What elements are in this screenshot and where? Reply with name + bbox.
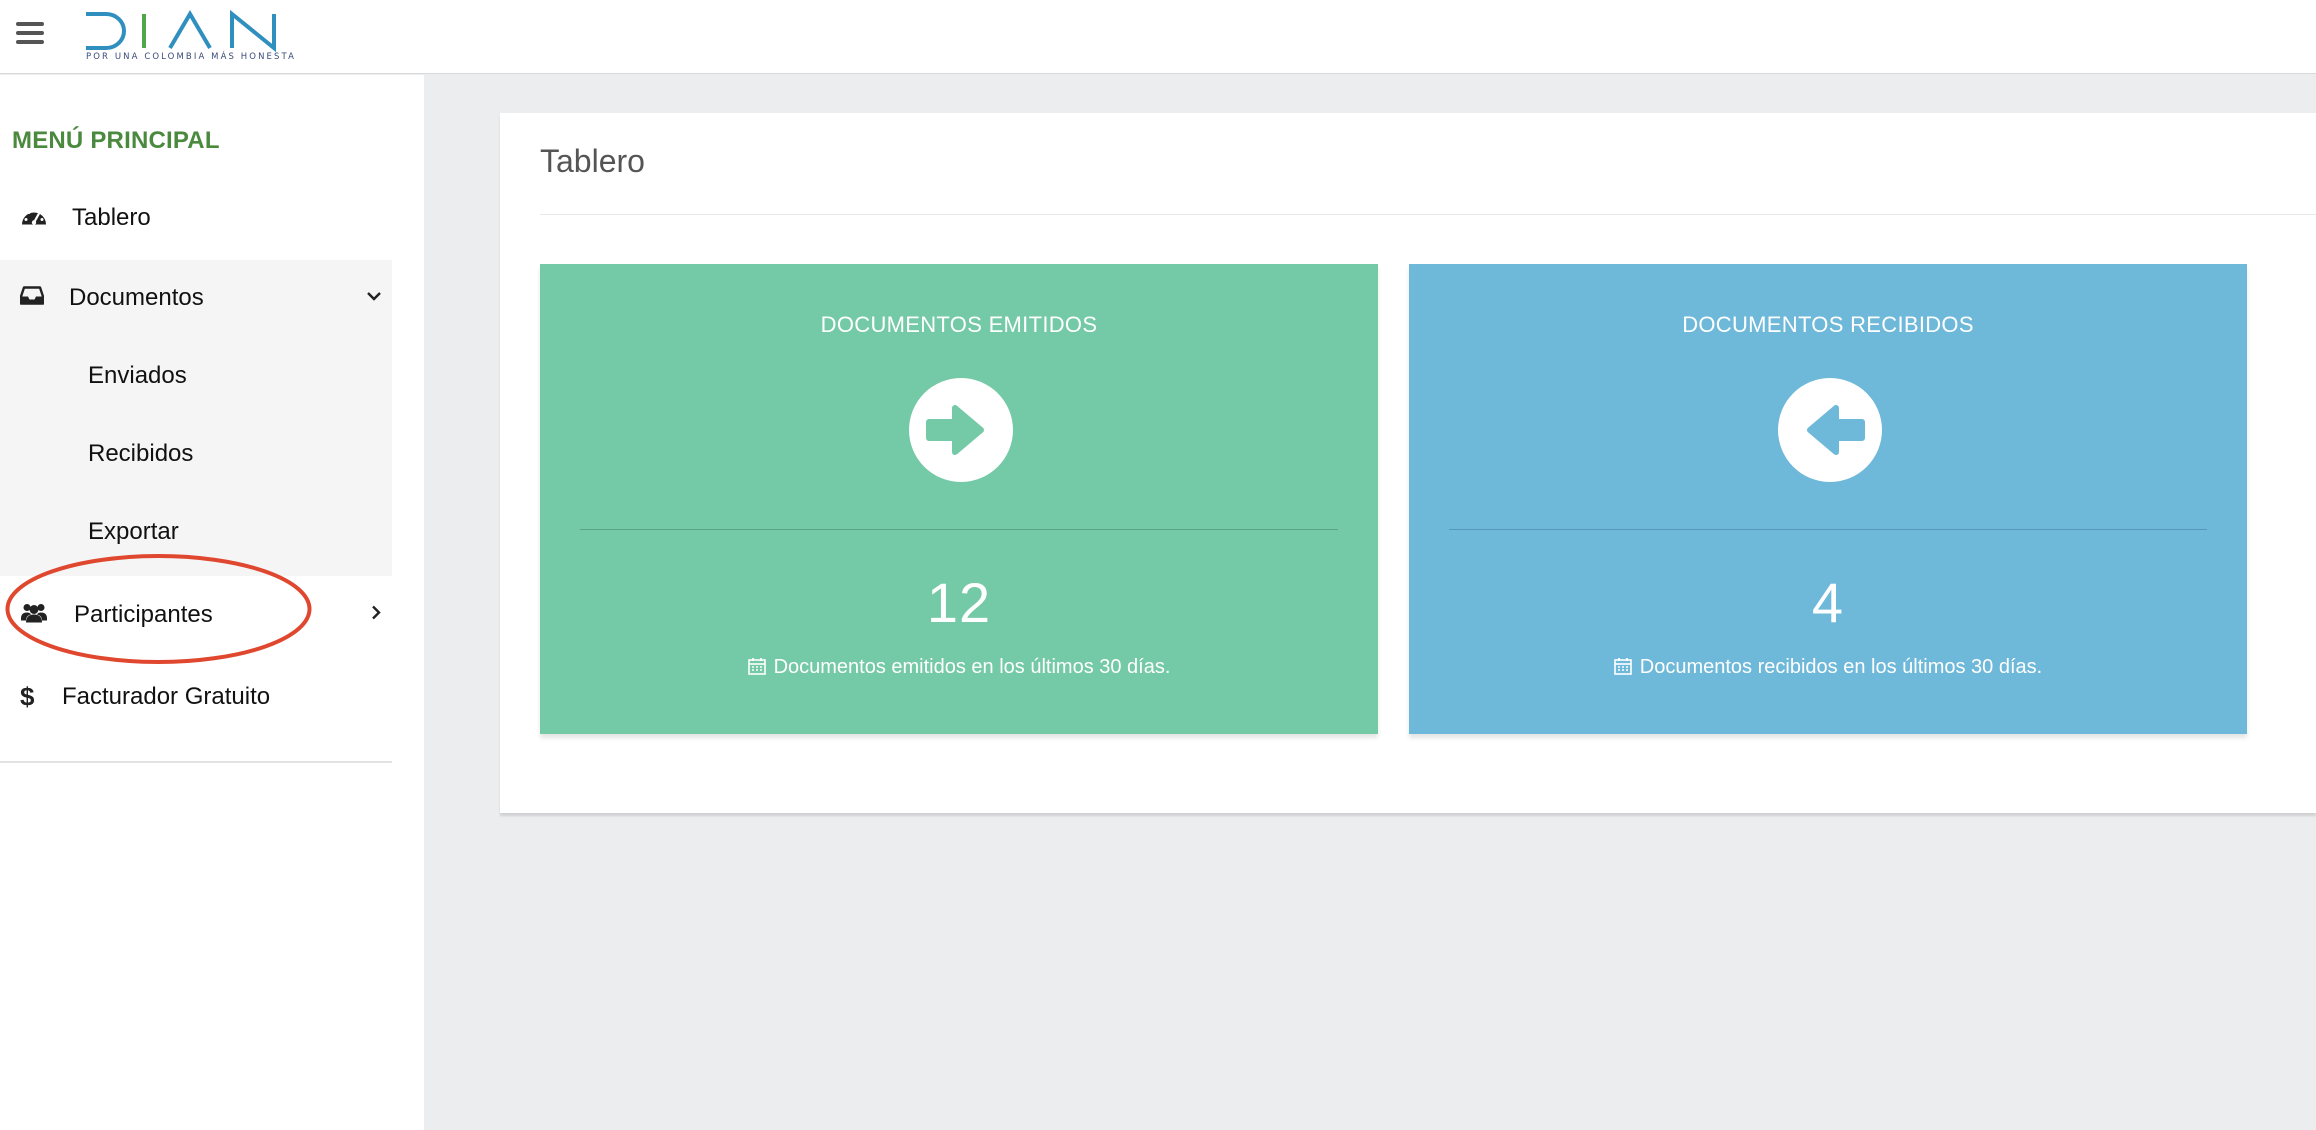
top-bar: POR UNA COLOMBIA MÁS HONESTA [0, 0, 2316, 74]
sidebar-heading: MENÚ PRINCIPAL [12, 127, 220, 154]
sidebar-item-label: Participantes [74, 601, 213, 628]
documentos-group: Documentos Enviados Recibidos Exportar [0, 260, 392, 576]
sidebar-item-label: Recibidos [88, 440, 194, 467]
dashboard-gauge-icon [20, 205, 48, 232]
documentos-emitidos-card[interactable]: DOCUMENTOS EMITIDOS 12 Documentos emitid… [540, 264, 1378, 734]
card-count: 4 [1811, 571, 1845, 634]
card-note: Documentos recibidos en los últimos 30 d… [1409, 656, 2247, 681]
card-divider [580, 529, 1338, 530]
hamburger-menu-icon[interactable] [16, 22, 44, 46]
dian-logo[interactable]: POR UNA COLOMBIA MÁS HONESTA [84, 10, 297, 66]
users-icon [20, 602, 48, 629]
chevron-right-icon[interactable] [370, 605, 382, 626]
card-note-text: Documentos emitidos en los últimos 30 dí… [773, 656, 1171, 678]
sidebar-item-label: Documentos [69, 284, 204, 311]
sidebar-item-participantes[interactable]: Participantes [0, 577, 392, 653]
inbox-tray-icon [19, 286, 45, 311]
sidebar-item-label: Facturador Gratuito [62, 683, 271, 710]
calendar-icon [747, 657, 766, 681]
sidebar: MENÚ PRINCIPAL Tablero Documentos Enviad… [0, 75, 424, 1130]
page-title: Tablero [540, 143, 645, 179]
card-divider [1449, 529, 2207, 530]
arrow-right-circle-icon[interactable] [909, 378, 1013, 482]
arrow-left-circle-icon[interactable] [1778, 378, 1882, 482]
sidebar-item-tablero[interactable]: Tablero [0, 180, 392, 256]
sidebar-subitem-exportar[interactable]: Exportar [0, 494, 392, 570]
sidebar-subitem-enviados[interactable]: Enviados [0, 338, 392, 414]
sidebar-divider [0, 761, 392, 763]
logo-tagline: POR UNA COLOMBIA MÁS HONESTA [86, 52, 297, 62]
sidebar-item-facturador-gratuito[interactable]: $ Facturador Gratuito [0, 659, 392, 735]
card-note: Documentos emitidos en los últimos 30 dí… [540, 656, 1378, 681]
sidebar-item-label: Enviados [88, 362, 187, 389]
dian-logo-wordmark [86, 10, 276, 52]
documentos-recibidos-card[interactable]: DOCUMENTOS RECIBIDOS 4 Documentos recibi… [1409, 264, 2247, 734]
chevron-down-icon[interactable] [366, 289, 382, 307]
title-divider [540, 214, 2316, 215]
card-note-text: Documentos recibidos en los últimos 30 d… [1639, 656, 2043, 678]
card-title: DOCUMENTOS RECIBIDOS [1682, 312, 1974, 337]
card-title: DOCUMENTOS EMITIDOS [820, 312, 1098, 337]
calendar-icon [1613, 657, 1632, 681]
card-count: 12 [926, 571, 992, 634]
sidebar-item-documentos[interactable]: Documentos [0, 260, 392, 336]
sidebar-item-label: Tablero [72, 204, 151, 231]
sidebar-item-label: Exportar [88, 518, 179, 545]
sidebar-subitem-recibidos[interactable]: Recibidos [0, 416, 392, 492]
dashboard-panel: Tablero DOCUMENTOS EMITIDOS 12 Documento… [500, 113, 2316, 813]
dollar-icon: $ [20, 681, 35, 712]
